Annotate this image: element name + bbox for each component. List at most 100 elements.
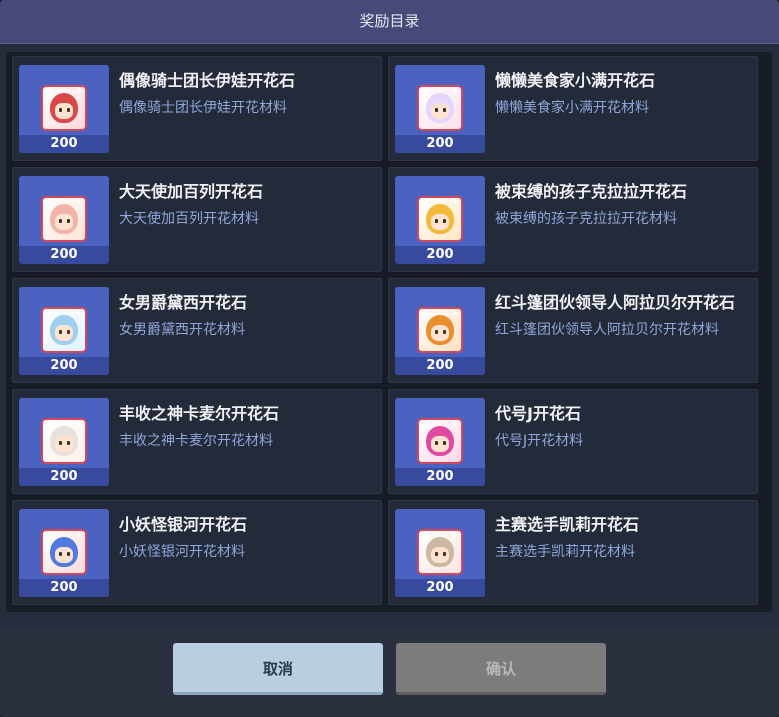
reward-description: 女男爵黛西开花材料 [119,322,245,338]
portrait-eye [435,552,438,556]
reward-icon-tile: ✦ 200 [19,398,109,486]
portrait-eye [59,219,62,223]
portrait-eye [59,108,62,112]
reward-item[interactable]: ✦ 200 小妖怪银河开花石 小妖怪银河开花材料 [12,500,382,605]
reward-description: 懒懒美食家小满开花材料 [495,100,649,116]
portrait-eye [59,330,62,334]
reward-item[interactable]: ✦ 200 大天使加百列开花石 大天使加百列开花材料 [12,167,382,272]
sparkle-icon: ✦ [451,420,459,430]
portrait-face [431,436,449,452]
portrait-eye [67,108,70,112]
sparkle-icon: ✦ [451,531,459,541]
reward-description: 偶像骑士团长伊娃开花材料 [119,100,287,116]
portrait-eye [435,219,438,223]
reward-icon-tile: ✦ 200 [395,176,485,264]
character-portrait-icon: ✦ [41,418,87,464]
reward-description: 主赛选手凯莉开花材料 [495,544,635,560]
reward-icon-tile: ✦ 200 [395,65,485,153]
reward-icon-tile: ✦ 200 [19,509,109,597]
character-portrait-icon: ✦ [41,307,87,353]
reward-count: 200 [19,246,109,264]
reward-grid: ✦ 200 偶像骑士团长伊娃开花石 偶像骑士团长伊娃开花材料 ✦ 200 懒懒美食家小满开花… [12,56,758,605]
character-portrait-icon: ✦ [417,418,463,464]
reward-count: 200 [19,579,109,597]
character-portrait-icon: ✦ [41,85,87,131]
portrait-face [55,325,73,341]
reward-item[interactable]: ✦ 200 女男爵黛西开花石 女男爵黛西开花材料 [12,278,382,383]
reward-item[interactable]: ✦ 200 红斗篷团伙领导人阿拉贝尔开花石 红斗篷团伙领导人阿拉贝尔开花材料 [388,278,758,383]
portrait-face [431,103,449,119]
reward-name: 被束缚的孩子克拉拉开花石 [495,182,688,201]
reward-description: 代号J开花材料 [495,433,584,449]
portrait-eye [67,552,70,556]
reward-item[interactable]: ✦ 200 主赛选手凯莉开花石 主赛选手凯莉开花材料 [388,500,758,605]
portrait-eye [435,441,438,445]
reward-list[interactable]: ✦ 200 偶像骑士团长伊娃开花石 偶像骑士团长伊娃开花材料 ✦ 200 懒懒美食家小满开花… [6,52,772,612]
character-portrait-icon: ✦ [417,307,463,353]
portrait-eye [443,441,446,445]
character-portrait-icon: ✦ [41,529,87,575]
reward-description: 被束缚的孩子克拉拉开花材料 [495,211,677,227]
dialog-footer: 取消 确认 [0,627,779,717]
reward-icon-tile: ✦ 200 [395,398,485,486]
portrait-face [55,547,73,563]
reward-icon-tile: ✦ 200 [395,509,485,597]
character-portrait-icon: ✦ [417,529,463,575]
reward-name: 小妖怪银河开花石 [119,515,248,534]
portrait-face [55,214,73,230]
portrait-eye [443,552,446,556]
portrait-face [55,436,73,452]
portrait-eye [435,108,438,112]
reward-count: 200 [395,357,485,375]
portrait-face [55,103,73,119]
reward-count: 200 [395,579,485,597]
reward-item[interactable]: ✦ 200 懒懒美食家小满开花石 懒懒美食家小满开花材料 [388,56,758,161]
reward-count: 200 [395,246,485,264]
portrait-face [431,325,449,341]
portrait-eye [443,219,446,223]
sparkle-icon: ✦ [75,198,83,208]
portrait-eye [67,441,70,445]
reward-count: 200 [19,468,109,486]
reward-catalog-dialog: 奖励目录 ✦ 200 偶像骑士团长伊娃开花石 偶像骑士团长伊娃开花材料 ✦ 200 懒懒美食… [0,0,779,717]
portrait-eye [443,108,446,112]
reward-count: 200 [19,135,109,153]
portrait-face [431,547,449,563]
reward-item[interactable]: ✦ 200 代号J开花石 代号J开花材料 [388,389,758,494]
sparkle-icon: ✦ [75,531,83,541]
portrait-eye [59,552,62,556]
reward-description: 红斗篷团伙领导人阿拉贝尔开花材料 [495,322,719,338]
portrait-eye [67,330,70,334]
reward-description: 大天使加百列开花材料 [119,211,259,227]
sparkle-icon: ✦ [451,87,459,97]
reward-name: 红斗篷团伙领导人阿拉贝尔开花石 [495,293,736,312]
portrait-eye [67,219,70,223]
reward-icon-tile: ✦ 200 [19,176,109,264]
reward-description: 丰收之神卡麦尔开花材料 [119,433,273,449]
sparkle-icon: ✦ [451,309,459,319]
sparkle-icon: ✦ [451,198,459,208]
reward-name: 偶像骑士团长伊娃开花石 [119,71,296,90]
sparkle-icon: ✦ [75,87,83,97]
reward-name: 主赛选手凯莉开花石 [495,515,640,534]
cancel-button[interactable]: 取消 [173,643,383,695]
reward-icon-tile: ✦ 200 [395,287,485,375]
character-portrait-icon: ✦ [417,196,463,242]
reward-item[interactable]: ✦ 200 被束缚的孩子克拉拉开花石 被束缚的孩子克拉拉开花材料 [388,167,758,272]
portrait-eye [443,330,446,334]
reward-description: 小妖怪银河开花材料 [119,544,245,560]
reward-name: 丰收之神卡麦尔开花石 [119,404,280,423]
reward-name: 大天使加百列开花石 [119,182,264,201]
reward-icon-tile: ✦ 200 [19,287,109,375]
reward-name: 懒懒美食家小满开花石 [495,71,656,90]
sparkle-icon: ✦ [75,309,83,319]
reward-item[interactable]: ✦ 200 丰收之神卡麦尔开花石 丰收之神卡麦尔开花材料 [12,389,382,494]
sparkle-icon: ✦ [75,420,83,430]
reward-icon-tile: ✦ 200 [19,65,109,153]
confirm-button[interactable]: 确认 [396,643,606,695]
reward-name: 女男爵黛西开花石 [119,293,248,312]
character-portrait-icon: ✦ [417,85,463,131]
reward-count: 200 [395,468,485,486]
reward-item[interactable]: ✦ 200 偶像骑士团长伊娃开花石 偶像骑士团长伊娃开花材料 [12,56,382,161]
portrait-face [431,214,449,230]
